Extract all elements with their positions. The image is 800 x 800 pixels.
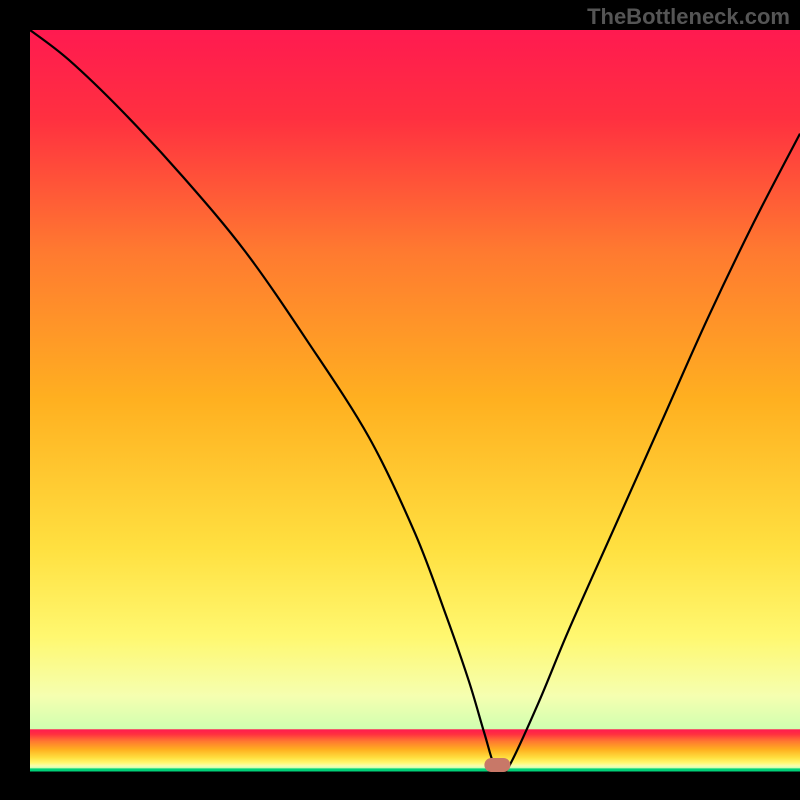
optimal-marker [484,758,510,772]
bottleneck-chart [0,0,800,800]
green-band [30,729,800,770]
plot-background [30,30,800,770]
chart-container: { "watermark": "TheBottleneck.com", "cha… [0,0,800,800]
watermark-text: TheBottleneck.com [587,4,790,30]
